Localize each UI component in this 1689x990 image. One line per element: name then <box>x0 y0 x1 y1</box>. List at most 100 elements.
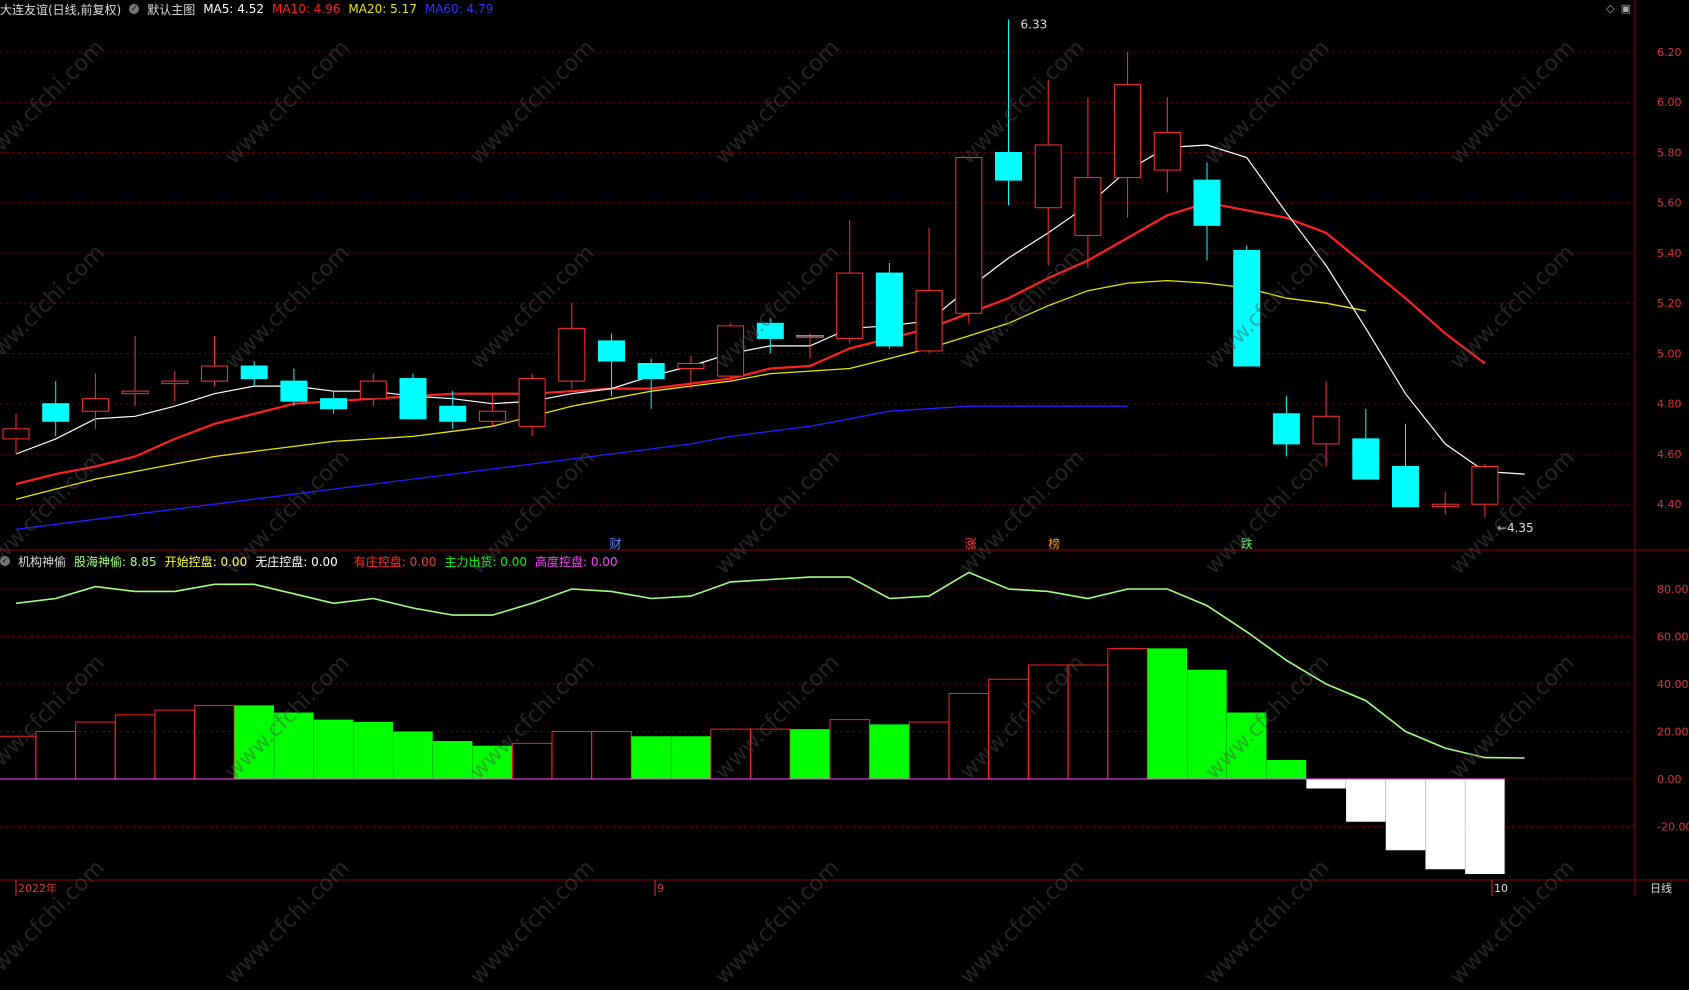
guhai-value: 8.85 <box>129 554 157 569</box>
bar-white <box>1385 779 1426 851</box>
candle-down <box>995 151 1022 181</box>
has-value: 0.00 <box>409 554 437 569</box>
indicator-name[interactable]: 机构神偷 <box>18 553 66 570</box>
low-price-label: ←4.35 <box>1497 521 1534 535</box>
candle-down <box>875 272 903 347</box>
ma10-value: 4.96 <box>313 2 341 16</box>
kline-chart[interactable]: 6.20 6.00 5.80 5.60 5.40 5.20 5.00 4.80 4.60 4.40… <box>0 0 1689 896</box>
bar-red <box>988 678 1029 780</box>
indicator-tick-label: 80.00 <box>1657 583 1689 596</box>
year-label: 2022年 <box>18 881 57 895</box>
ma20-line <box>15 279 1366 500</box>
bar-green <box>393 731 433 779</box>
bar-green <box>274 712 314 779</box>
ma60-value: 4.79 <box>466 2 494 16</box>
template-check-icon[interactable]: ✓ <box>129 4 140 14</box>
candle-up <box>1074 177 1102 236</box>
bar-green <box>472 745 513 779</box>
candle-down <box>1352 438 1380 480</box>
bar-green <box>790 729 830 779</box>
candle-down <box>637 363 665 380</box>
none-legend: 无庄控盘: 0.00 <box>255 553 338 570</box>
main-chart-header: 大连友谊(日线,前复权) ✓ 默认主图 MA5: 4.52 MA10: 4.96… <box>0 0 501 18</box>
ma20-value: 5.17 <box>390 2 417 16</box>
event-marker: 涨 <box>965 536 977 551</box>
candle-down <box>320 398 348 410</box>
candle-up <box>1114 84 1142 179</box>
bar-red <box>1027 664 1069 780</box>
bar-white <box>1465 779 1505 874</box>
template-name[interactable]: 默认主图 <box>147 1 195 18</box>
event-marker: 财 <box>610 537 622 551</box>
bar-green <box>234 705 274 779</box>
candle-down <box>1272 413 1300 445</box>
candle-down <box>240 365 268 380</box>
indicator-tick-label: 40.00 <box>1657 678 1689 691</box>
bar-green <box>1226 712 1267 779</box>
candle-down <box>399 378 427 420</box>
bar-green <box>1187 669 1227 779</box>
bar-red <box>551 731 593 780</box>
candle-up <box>1431 503 1459 508</box>
bar-green <box>313 719 354 779</box>
month-10-label: 10 <box>1494 882 1508 895</box>
event-marker: 榜 <box>1048 536 1060 551</box>
candle-up <box>1153 131 1181 171</box>
high-price-label: 6.33 <box>1021 17 1048 31</box>
candle-down <box>598 340 625 362</box>
candle-up <box>359 380 387 400</box>
bar-green <box>671 736 711 779</box>
period-label: 日线 <box>1650 881 1672 895</box>
bar-red <box>591 731 632 780</box>
price-tick-label: 4.60 <box>1657 448 1682 461</box>
candle-down <box>1193 179 1221 226</box>
bar-green <box>432 741 473 779</box>
indicator-tick-label: 0.00 <box>1657 773 1682 786</box>
high-legend: 高度控盘: 0.00 <box>535 553 618 570</box>
indicator-tick-label: 60.00 <box>1657 631 1689 644</box>
bar-white <box>1346 779 1386 822</box>
stock-title[interactable]: 大连友谊(日线,前复权) <box>0 1 121 18</box>
high-value: 0.00 <box>590 554 618 569</box>
high-label: 高度控盘: <box>534 554 588 569</box>
candle-up <box>836 272 864 339</box>
indicator-tick-label: 20.00 <box>1657 726 1689 739</box>
candle-up <box>558 327 586 382</box>
candle-up <box>717 325 745 377</box>
candle-down <box>280 380 308 402</box>
ma60-legend: MA60: 4.79 <box>425 2 493 16</box>
bar-red <box>908 721 950 780</box>
ma5-legend: MA5: 4.52 <box>203 2 264 16</box>
none-value: 0.00 <box>311 554 338 569</box>
bar-red <box>114 714 156 780</box>
bar-green <box>631 736 671 779</box>
has-label: 有庄控盘: <box>353 554 406 569</box>
price-tick-label: 4.80 <box>1657 398 1682 411</box>
guhai-label: 股海神偷: <box>74 554 127 569</box>
guhai-legend: 股海神偷: 8.85 <box>74 553 157 570</box>
candle-down <box>1233 249 1261 367</box>
indicator-tick-label: -20.00 <box>1657 821 1689 834</box>
bar-green <box>869 724 910 779</box>
bar-red <box>0 735 37 780</box>
indicator-check-icon[interactable]: ✓ <box>0 556 10 566</box>
candle-up <box>478 410 506 422</box>
bar-white <box>1425 779 1465 870</box>
candle-up <box>201 365 228 382</box>
ma60-line <box>15 405 1128 530</box>
candle-up <box>915 290 943 352</box>
start-legend: 开始控盘: 0.00 <box>165 553 248 570</box>
has-legend: 有庄控盘: 0.00 <box>354 553 437 570</box>
candle-up <box>161 380 189 385</box>
candle-up <box>1471 466 1499 505</box>
candle-up <box>121 390 149 395</box>
ma5-label: MA5: <box>203 2 234 16</box>
bar-red <box>710 728 751 780</box>
bar-green <box>1266 760 1307 779</box>
bar-red <box>1107 647 1148 780</box>
start-label: 开始控盘: <box>164 554 217 569</box>
bar-red <box>1067 664 1109 780</box>
ma20-legend: MA20: 5.17 <box>348 2 416 16</box>
bar-red <box>829 719 870 780</box>
candle-up <box>955 157 983 314</box>
